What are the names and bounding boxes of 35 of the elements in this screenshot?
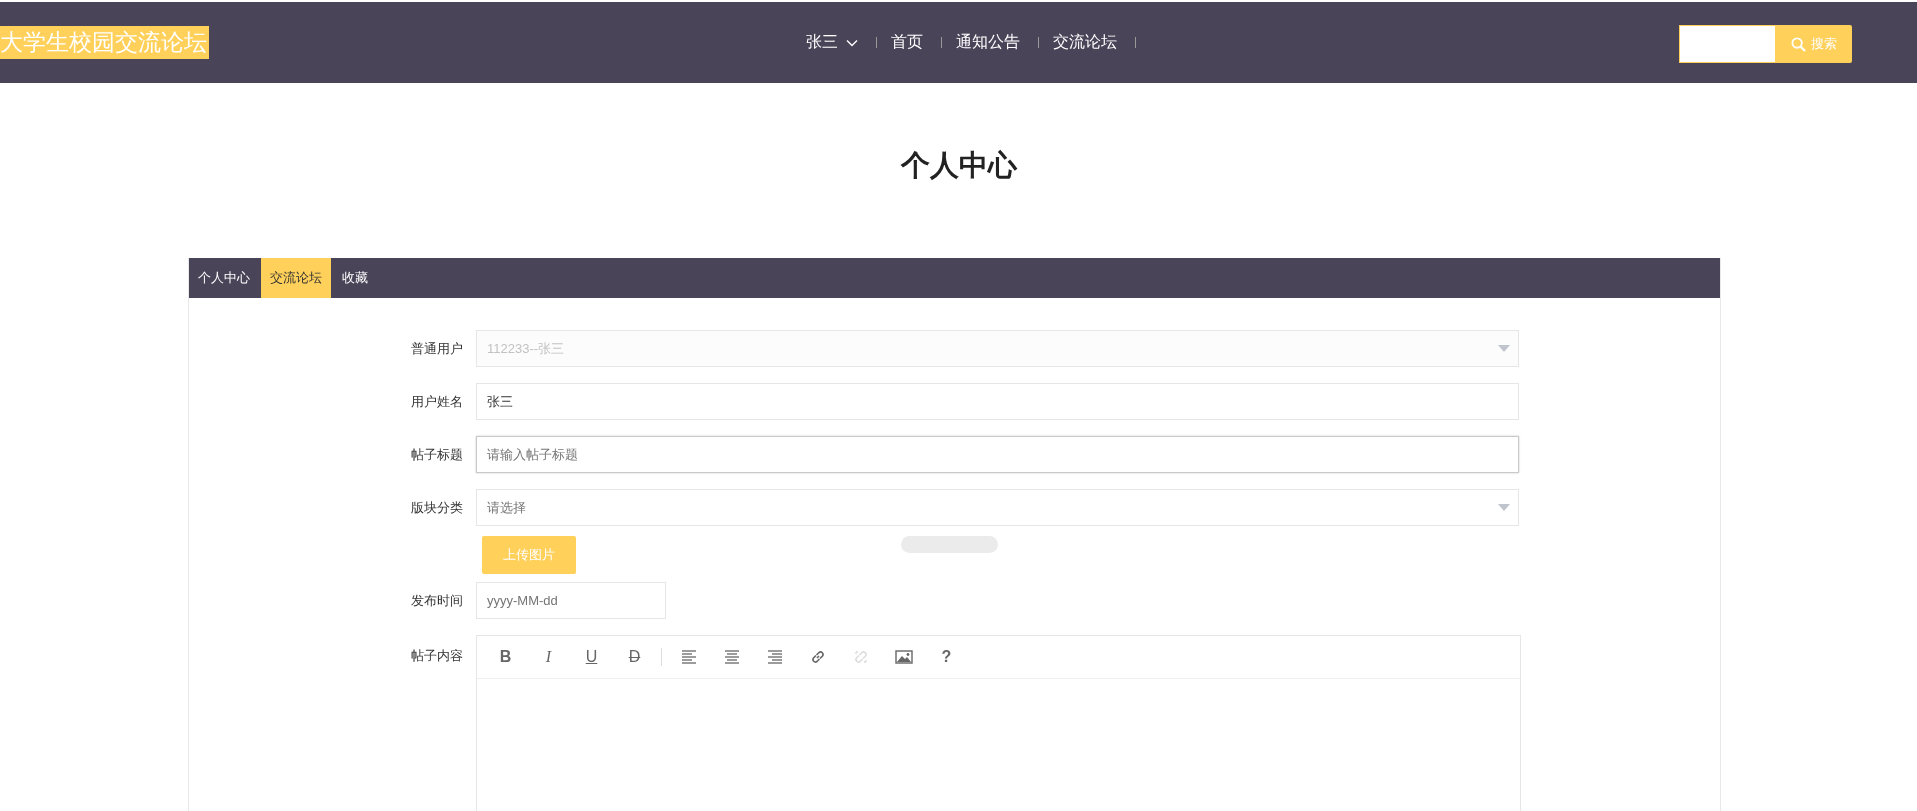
align-center-icon bbox=[723, 649, 740, 665]
bold-button[interactable]: B bbox=[489, 643, 522, 671]
tab[interactable]: 个人中心 bbox=[189, 258, 259, 298]
caret-icon bbox=[1498, 345, 1510, 352]
link-icon bbox=[809, 649, 826, 665]
field-label: 普通用户 bbox=[410, 339, 464, 358]
input-field[interactable]: 张三 bbox=[476, 383, 1519, 420]
field-label: 发布时间 bbox=[410, 591, 464, 610]
align-right-icon bbox=[766, 649, 783, 665]
date-field[interactable]: yyyy-MM-dd bbox=[476, 582, 666, 619]
user-menu[interactable]: 张三 bbox=[806, 32, 858, 53]
help-button[interactable]: ? bbox=[930, 643, 963, 671]
search-icon bbox=[1791, 36, 1806, 52]
select-field[interactable]: 请选择 bbox=[476, 489, 1519, 526]
chevron-down-icon bbox=[846, 38, 858, 47]
nav-link[interactable]: 交流论坛 bbox=[1053, 32, 1117, 53]
nav-link[interactable]: 通知公告 bbox=[956, 32, 1020, 53]
rich-text-editor[interactable]: B I U D ? bbox=[476, 635, 1521, 811]
image-icon bbox=[894, 649, 913, 665]
align-left-icon bbox=[680, 649, 697, 665]
field-label: 版块分类 bbox=[410, 498, 464, 517]
field-label: 用户姓名 bbox=[410, 392, 464, 411]
underline-button[interactable]: U bbox=[575, 643, 608, 671]
search-field[interactable] bbox=[1679, 25, 1776, 63]
italic-button[interactable]: I bbox=[532, 643, 565, 671]
field-label: 帖子内容 bbox=[410, 647, 464, 665]
strike-button[interactable]: D bbox=[618, 643, 651, 671]
nav-link[interactable]: 首页 bbox=[891, 32, 923, 53]
input-field[interactable]: 请输入帖子标题 bbox=[476, 436, 1519, 473]
page-title: 个人中心 bbox=[899, 148, 1018, 183]
broken-link-icon bbox=[852, 649, 869, 665]
field-label: 帖子标题 bbox=[410, 445, 464, 464]
caret-icon bbox=[1498, 504, 1510, 511]
tab[interactable]: 交流论坛 bbox=[261, 258, 331, 298]
tab[interactable]: 收藏 bbox=[333, 258, 377, 298]
